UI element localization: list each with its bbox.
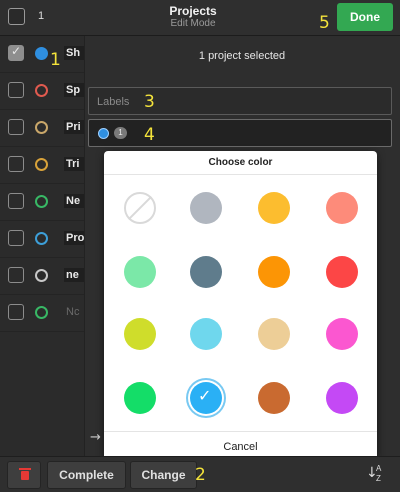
arrow-right-icon[interactable]: → xyxy=(90,430,101,445)
project-color-dot xyxy=(35,158,48,171)
color-option-tan[interactable] xyxy=(258,318,290,350)
callout-5: 5 xyxy=(319,13,330,33)
current-color-swatch xyxy=(98,128,109,139)
done-button[interactable]: Done xyxy=(337,3,393,31)
change-button[interactable]: Change xyxy=(130,461,197,489)
color-option-no-color[interactable] xyxy=(124,192,156,224)
labels-placeholder: Labels xyxy=(97,96,130,108)
project-color-dot xyxy=(35,84,48,97)
project-color-dot xyxy=(35,121,48,134)
project-color-dot xyxy=(35,47,48,60)
project-row[interactable]: Ne xyxy=(0,184,84,221)
project-name: Pro xyxy=(64,231,84,245)
color-picker-title: Choose color xyxy=(104,151,377,175)
project-checkbox[interactable] xyxy=(8,156,24,172)
project-name: Sp xyxy=(64,83,84,97)
callout-4: 4 xyxy=(144,125,155,145)
project-row[interactable]: Pri xyxy=(0,110,84,147)
complete-button[interactable]: Complete xyxy=(47,461,126,489)
color-option-slate[interactable] xyxy=(190,256,222,288)
project-checkbox[interactable] xyxy=(8,82,24,98)
callout-1: 1 xyxy=(50,50,61,70)
color-option-pink[interactable] xyxy=(326,318,358,350)
selection-status: 1 project selected xyxy=(198,50,286,62)
color-option-green[interactable] xyxy=(124,382,156,414)
delete-button[interactable] xyxy=(7,461,41,489)
project-name: Pri xyxy=(64,120,84,134)
trash-icon xyxy=(19,468,31,480)
color-option-grey[interactable] xyxy=(190,192,222,224)
project-row[interactable]: Nc xyxy=(0,295,84,332)
project-name: Ne xyxy=(64,194,84,208)
callout-2: 2 xyxy=(195,465,206,485)
project-row[interactable]: Sh xyxy=(0,36,84,73)
color-option-yellow[interactable] xyxy=(258,192,290,224)
project-color-dot xyxy=(35,269,48,282)
project-color-dot xyxy=(35,195,48,208)
project-list: Sh Sp Pri Tri Ne Pro ne Nc xyxy=(0,36,84,456)
callout-3: 3 xyxy=(144,92,155,112)
project-name: Nc xyxy=(66,306,80,318)
color-option-sky[interactable] xyxy=(190,318,222,350)
color-field[interactable]: 1 xyxy=(88,119,392,147)
sort-z-label: Z xyxy=(376,474,381,483)
sort-icon[interactable]: ↓ A Z xyxy=(364,464,386,486)
color-option-red[interactable] xyxy=(326,256,358,288)
project-row[interactable]: Sp xyxy=(0,73,84,110)
color-count-badge: 1 xyxy=(114,127,127,139)
project-row[interactable]: ne xyxy=(0,258,84,295)
project-row[interactable]: Pro xyxy=(0,221,84,258)
project-name: Sh xyxy=(64,46,84,60)
color-picker-popover: Choose color Cancel ✓ xyxy=(104,151,377,461)
color-option-brown[interactable] xyxy=(258,382,290,414)
sort-a-label: A xyxy=(376,464,382,473)
project-checkbox[interactable] xyxy=(8,267,24,283)
color-option-salmon[interactable] xyxy=(326,192,358,224)
project-checkbox[interactable] xyxy=(8,193,24,209)
color-option-lime[interactable] xyxy=(124,318,156,350)
project-color-dot xyxy=(35,232,48,245)
project-checkbox[interactable] xyxy=(8,119,24,135)
project-name: ne xyxy=(64,268,84,282)
project-name: Tri xyxy=(64,157,84,171)
project-checkbox[interactable] xyxy=(8,230,24,246)
header-bar: 1 Projects Edit Mode Done xyxy=(0,0,400,36)
project-checkbox[interactable] xyxy=(8,44,24,61)
color-option-blue[interactable]: ✓ xyxy=(190,382,222,414)
color-option-orange[interactable] xyxy=(258,256,290,288)
project-row[interactable]: Tri xyxy=(0,147,84,184)
labels-field[interactable]: Labels xyxy=(88,87,392,115)
checkmark-icon: ✓ xyxy=(198,386,212,405)
project-color-dot xyxy=(35,306,48,319)
project-checkbox[interactable] xyxy=(8,304,24,320)
color-option-purple[interactable] xyxy=(326,382,358,414)
color-option-mint[interactable] xyxy=(124,256,156,288)
